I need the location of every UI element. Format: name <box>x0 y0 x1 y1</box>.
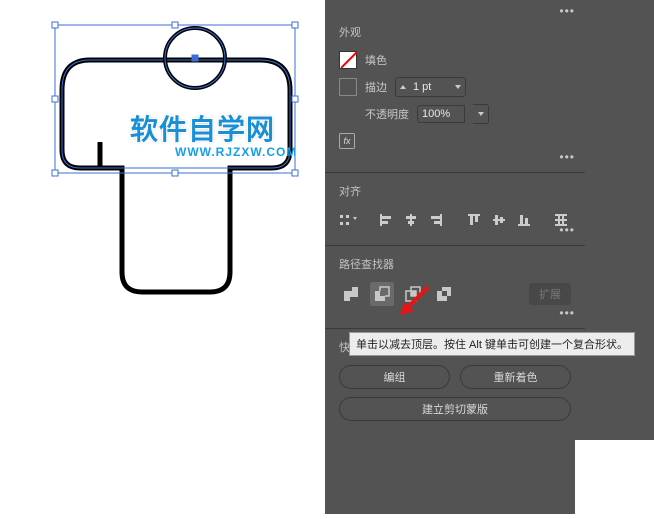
fill-row: 填色 <box>339 50 571 70</box>
align-row <box>339 209 571 231</box>
opacity-label: 不透明度 <box>365 106 409 122</box>
white-corner <box>575 440 654 514</box>
align-right-icon[interactable] <box>426 209 446 231</box>
align-hcenter-icon[interactable] <box>401 209 421 231</box>
stroke-row: 描边 <box>339 77 571 97</box>
recolor-button[interactable]: 重新着色 <box>460 365 571 389</box>
opacity-dropdown-icon[interactable] <box>473 104 489 124</box>
stroke-decrease-button[interactable] <box>396 78 409 96</box>
stroke-swatch-icon[interactable] <box>339 78 357 96</box>
bounding-box <box>55 25 295 173</box>
pathfinder-exclude-icon[interactable] <box>432 282 456 306</box>
opacity-input[interactable] <box>417 105 465 123</box>
canvas-area[interactable]: 软件自学网 WWW.RJZXW.COM <box>0 0 325 514</box>
align-more-icon[interactable]: ••• <box>559 223 575 237</box>
artwork-svg <box>0 0 325 514</box>
clipmask-button[interactable]: 建立剪切蒙版 <box>339 397 571 421</box>
align-bottom-icon[interactable] <box>514 209 534 231</box>
pathfinder-title: 路径查找器 <box>339 256 571 272</box>
pathfinder-section: 路径查找器 扩展 ••• <box>325 246 585 329</box>
align-section: 对齐 ••• <box>325 173 585 246</box>
expand-button[interactable]: 扩展 <box>529 283 571 305</box>
selection-outline-body <box>62 60 290 168</box>
group-button[interactable]: 编组 <box>339 365 450 389</box>
align-mode-dropdown[interactable] <box>339 209 359 231</box>
appearance-more-icon[interactable]: ••• <box>559 150 575 164</box>
stroke-dropdown-icon[interactable] <box>451 78 465 96</box>
pathfinder-minus-front-icon[interactable] <box>370 282 394 306</box>
right-strip <box>585 0 654 440</box>
align-top-icon[interactable] <box>464 209 484 231</box>
opacity-row: 不透明度 <box>339 104 571 124</box>
annotation-arrow-icon <box>398 283 434 319</box>
align-left-icon[interactable] <box>376 209 396 231</box>
align-vcenter-icon[interactable] <box>489 209 509 231</box>
fill-label: 填色 <box>365 52 387 68</box>
opacity-swatch-icon[interactable] <box>339 105 357 123</box>
stroke-weight-input[interactable] <box>409 78 451 96</box>
fx-button[interactable]: fx <box>339 133 355 149</box>
pathfinder-more-icon[interactable]: ••• <box>559 306 575 320</box>
appearance-section: 外观 填色 描边 不透明度 fx ••• <box>325 0 585 173</box>
pathfinder-unite-icon[interactable] <box>339 282 363 306</box>
stroke-weight-stepper[interactable] <box>395 77 466 97</box>
properties-panel: ••• 外观 填色 描边 不透明度 fx ••• <box>325 0 585 514</box>
selection-handles[interactable] <box>52 22 298 176</box>
pathfinder-row: 扩展 <box>339 282 571 306</box>
fill-swatch-none-icon[interactable] <box>339 51 357 69</box>
tooltip: 单击以减去顶层。按住 Alt 键单击可创建一个复合形状。 <box>349 332 635 356</box>
appearance-title: 外观 <box>339 24 571 40</box>
stroke-label: 描边 <box>365 79 387 95</box>
fx-row: fx <box>339 131 571 151</box>
align-title: 对齐 <box>339 183 571 199</box>
